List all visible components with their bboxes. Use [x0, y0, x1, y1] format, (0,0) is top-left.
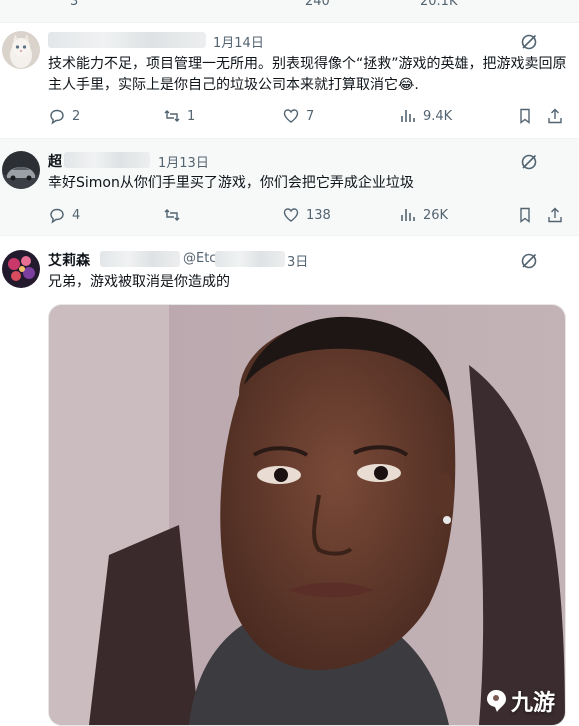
heart-icon — [283, 208, 299, 222]
like-count: 138 — [306, 207, 331, 223]
tweet-media-image[interactable]: 九游 — [48, 304, 566, 726]
partial-like-count: 240 — [305, 0, 330, 9]
avatar-car[interactable] — [2, 151, 40, 189]
share-icon — [548, 108, 562, 124]
tweet-actions: 2 1 7 9.4K — [48, 107, 568, 127]
reply-count: 4 — [72, 207, 81, 223]
reply-button[interactable]: 2 — [48, 107, 80, 125]
partial-reply-count: 3 — [70, 0, 79, 9]
view-count: 9.4K — [423, 108, 453, 124]
tweet-text: 技术能力不足，项目管理一无所用。别表现得像个“拯救”游戏的英雄，把游戏卖回原主人… — [48, 56, 567, 93]
share-button[interactable] — [546, 107, 564, 125]
bookmark-icon — [520, 207, 530, 223]
share-button[interactable] — [546, 206, 564, 224]
bookmark-button[interactable] — [516, 206, 534, 224]
views-button[interactable]: 26K — [399, 206, 448, 224]
partial-view-count: 20.1K — [420, 0, 458, 9]
tweet-actions: 4 138 26K — [48, 206, 568, 226]
views-icon — [401, 209, 415, 221]
reply-button[interactable]: 4 — [48, 206, 80, 224]
blurred-handle — [215, 251, 285, 267]
grok-icon[interactable] — [520, 153, 538, 171]
views-icon — [401, 110, 415, 122]
blurred-username — [48, 32, 206, 48]
avatar-cat[interactable] — [2, 31, 40, 69]
blurred-username — [64, 152, 150, 168]
blurred-username — [100, 251, 180, 267]
reaction-face-image — [49, 305, 565, 725]
repost-button[interactable]: 1 — [163, 107, 195, 125]
tweet-text: 兄弟，游戏被取消是你造成的 — [48, 274, 230, 290]
views-button[interactable]: 9.4K — [399, 107, 452, 125]
tweet-date[interactable]: 1月14日 — [213, 32, 264, 51]
bookmark-button[interactable] — [516, 107, 534, 125]
tweet-1[interactable]: 1月14日 技术能力不足，项目管理一无所用。别表现得像个“拯救”游戏的英雄，把游… — [0, 23, 579, 139]
tweet-date[interactable]: 3日 — [287, 251, 308, 270]
tweet-date[interactable]: 1月13日 — [158, 152, 209, 171]
like-button[interactable]: 138 — [282, 206, 331, 224]
share-icon — [548, 207, 562, 223]
tweet-text: 幸好Simon从你们手里买了游戏，你们会把它弄成企业垃圾 — [48, 175, 414, 191]
repost-count: 1 — [187, 108, 196, 124]
repost-icon — [164, 110, 180, 122]
ninegame-logo-icon — [486, 690, 506, 712]
reply-icon — [50, 208, 64, 224]
repost-button[interactable] — [163, 206, 187, 224]
previous-tweet-actions-strip: 3 240 20.1K — [0, 0, 579, 23]
heart-icon — [283, 109, 299, 123]
reply-count: 2 — [72, 108, 81, 124]
avatar-flowers[interactable] — [2, 250, 40, 288]
like-count: 7 — [306, 108, 315, 124]
author-name[interactable]: 超 — [48, 151, 62, 171]
watermark: 九游 — [483, 685, 555, 717]
watermark-text: 九游 — [510, 691, 555, 716]
like-button[interactable]: 7 — [282, 107, 314, 125]
author-name[interactable]: 艾莉森 — [48, 250, 90, 270]
author-handle[interactable]: @Etc — [183, 251, 216, 266]
grok-icon[interactable] — [520, 252, 538, 270]
view-count: 26K — [423, 207, 449, 223]
repost-icon — [164, 209, 180, 221]
tweet-2[interactable]: 超 1月13日 幸好Simon从你们手里买了游戏，你们会把它弄成企业垃圾 4 1… — [0, 139, 579, 236]
bookmark-icon — [520, 108, 530, 124]
reply-icon — [50, 109, 64, 125]
grok-icon[interactable] — [520, 33, 538, 51]
